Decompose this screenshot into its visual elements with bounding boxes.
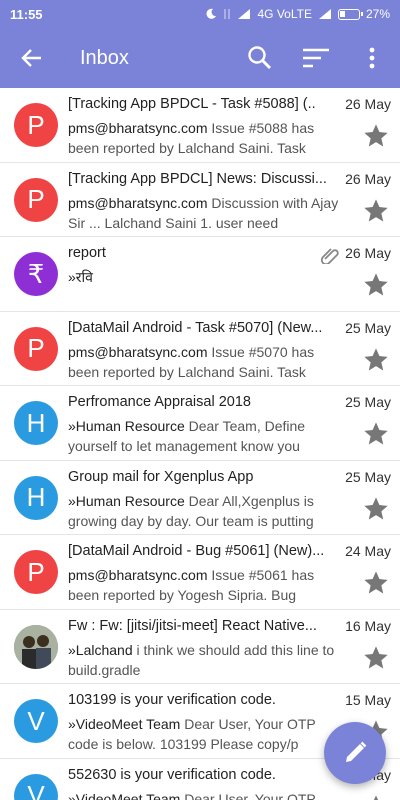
sort-button[interactable] <box>288 28 344 88</box>
pencil-icon <box>346 741 367 762</box>
message-date: 25 May <box>345 319 391 336</box>
message-date: 25 May <box>345 394 391 410</box>
search-button[interactable] <box>232 28 288 88</box>
message-sender: pms@bharatsync.com <box>68 120 208 136</box>
more-vert-icon <box>369 47 375 69</box>
list-item[interactable]: P [Tracking App BPDCL - Task #5088] (.. 26… <box>0 88 400 163</box>
star-icon[interactable] <box>362 793 390 800</box>
message-subject: [DataMail Android - Bug #5061] (New)... <box>68 543 325 559</box>
avatar[interactable] <box>14 624 58 669</box>
star-icon[interactable] <box>362 644 390 677</box>
message-preview: »VideoMeet Team Dear User, Your OTP code… <box>68 714 344 754</box>
list-item[interactable]: H Perfromance Appraisal 2018 25 May »Human … <box>0 386 400 461</box>
message-sender: »रवि <box>68 269 93 285</box>
star-icon[interactable] <box>362 271 390 304</box>
compose-button[interactable] <box>324 722 386 784</box>
message-date: 25 May <box>345 468 391 485</box>
message-subject: 552630 is your verification code. <box>68 766 276 783</box>
sort-icon <box>303 48 329 68</box>
message-preview: pms@bharatsync.com Discussion with Ajay … <box>68 193 344 233</box>
message-preview: »VideoMeet Team Dear User, Your OTP code… <box>68 789 344 800</box>
photo-avatar-icon <box>14 624 58 669</box>
message-preview: »Lalchand i think we should add this lin… <box>68 640 344 680</box>
network-label: 4G VoLTE <box>257 7 312 21</box>
attachment-icon <box>320 246 340 269</box>
avatar[interactable]: V <box>14 773 58 800</box>
message-subject: [Tracking App BPDCL - Task #5088] (.. <box>68 96 316 112</box>
message-subject: Group mail for Xgenplus App <box>68 468 254 485</box>
arrow-left-icon <box>21 49 41 67</box>
message-sender: »VideoMeet Team <box>68 716 181 732</box>
avatar[interactable]: ₹ <box>14 252 58 296</box>
moon-icon <box>205 8 217 20</box>
list-item[interactable]: H Group mail for Xgenplus App 25 May »Human… <box>0 460 400 535</box>
avatar[interactable]: P <box>14 103 58 147</box>
message-subject: [Tracking App BPDCL] News: Discussi... <box>68 170 327 187</box>
message-sender: pms@bharatsync.com <box>68 194 208 211</box>
message-sender: pms@bharatsync.com <box>68 567 208 583</box>
message-date: 15 May <box>345 692 391 708</box>
message-date: 16 May <box>345 617 391 634</box>
message-sender: pms@bharatsync.com <box>68 343 208 360</box>
message-subject: Perfromance Appraisal 2018 <box>68 394 251 410</box>
avatar[interactable]: V <box>14 699 58 743</box>
overflow-menu-button[interactable] <box>344 28 400 88</box>
signal-icon-2 <box>318 8 332 20</box>
star-icon[interactable] <box>362 197 390 230</box>
message-subject: report <box>68 245 106 261</box>
search-icon <box>248 46 272 70</box>
list-item[interactable]: P [DataMail Android - Bug #5061] (New)...… <box>0 535 400 610</box>
page-title: Inbox <box>80 46 129 69</box>
message-sender: »VideoMeet Team <box>68 790 181 800</box>
list-item[interactable]: ₹ report 26 May »रवि <box>0 237 400 312</box>
app-bar: Inbox <box>0 28 400 88</box>
battery-percent: 27% <box>365 7 390 21</box>
star-icon[interactable] <box>362 495 390 528</box>
message-preview: pms@bharatsync.com Issue #5088 has been … <box>68 118 344 158</box>
message-preview: »रवि <box>68 267 344 307</box>
message-date: 26 May <box>345 170 391 187</box>
message-preview: »Human Resource Dear Team, Define yourse… <box>68 416 344 456</box>
message-preview: pms@bharatsync.com Issue #5061 has been … <box>68 565 344 605</box>
message-sender: »Lalchand <box>68 641 133 658</box>
message-date: 26 May <box>345 96 391 112</box>
message-preview: »Human Resource Dear All,Xgenplus is gro… <box>68 491 344 531</box>
battery-icon <box>337 8 363 20</box>
list-item[interactable]: Fw : Fw: [jitsi/jitsi-meet] React Native… <box>0 609 400 684</box>
message-date: 26 May <box>345 245 391 261</box>
avatar[interactable]: P <box>14 326 58 371</box>
back-button[interactable] <box>0 28 64 88</box>
data-arrows-icon <box>223 8 231 20</box>
avatar[interactable]: H <box>14 475 58 520</box>
message-subject: [DataMail Android - Task #5070] (New... <box>68 319 323 336</box>
status-time: 11:55 <box>10 6 43 22</box>
star-icon[interactable] <box>362 569 390 602</box>
status-icons: 4G VoLTE 27% <box>205 7 390 21</box>
list-item[interactable]: P [DataMail Android - Task #5070] (New...… <box>0 311 400 386</box>
status-bar: 11:55 4G VoLTE 27% <box>0 0 400 28</box>
avatar[interactable]: P <box>14 550 58 594</box>
message-sender: »Human Resource <box>68 418 185 434</box>
star-icon[interactable] <box>362 122 390 155</box>
message-list: P [Tracking App BPDCL - Task #5088] (.. 26… <box>0 88 400 800</box>
avatar[interactable]: H <box>14 401 58 445</box>
message-preview: pms@bharatsync.com Issue #5070 has been … <box>68 342 344 382</box>
message-subject: 103199 is your verification code. <box>68 692 276 708</box>
list-item[interactable]: P [Tracking App BPDCL] News: Discussi... 2… <box>0 162 400 237</box>
star-icon[interactable] <box>362 420 390 453</box>
message-subject: Fw : Fw: [jitsi/jitsi-meet] React Native… <box>68 617 317 634</box>
signal-icon <box>237 8 251 20</box>
star-icon[interactable] <box>362 346 390 379</box>
avatar[interactable]: P <box>14 177 58 222</box>
message-date: 24 May <box>345 543 391 559</box>
message-sender: »Human Resource <box>68 492 185 509</box>
